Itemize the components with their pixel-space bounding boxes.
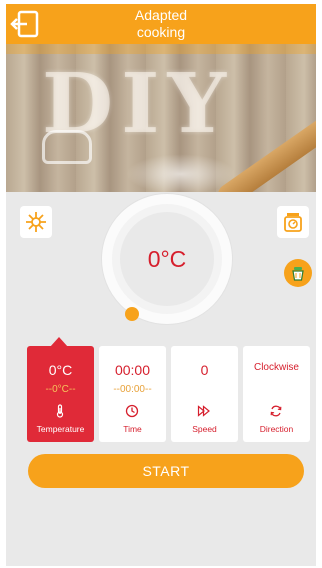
kitchen-scale-icon [284, 213, 302, 232]
dial-value: 0°C [147, 245, 187, 272]
rotate-icon [270, 405, 282, 417]
title-line-1: Adapted [134, 7, 188, 23]
speed-label: Speed [192, 424, 217, 434]
fast-forward-icon [197, 405, 210, 417]
time-value: 00:00 [114, 362, 151, 378]
temperature-sub: --0°C-- [45, 384, 76, 395]
start-button[interactable]: START [28, 454, 304, 488]
recipe-basket-icon [292, 267, 304, 281]
temperature-dial[interactable]: 0°C [102, 194, 232, 324]
banner-image: DIY [6, 44, 316, 192]
temperature-label: Temperature [36, 424, 85, 434]
time-label: Time [123, 424, 142, 434]
temperature-card[interactable]: 0°C --0°C-- Temperature [27, 346, 94, 442]
exit-door-icon [10, 10, 39, 38]
speed-card[interactable]: 0 Speed [171, 346, 238, 442]
scale-button[interactable] [277, 206, 309, 238]
clock-icon [125, 404, 139, 418]
direction-card[interactable]: Clockwise Direction [243, 346, 310, 442]
dial-knob[interactable] [125, 307, 139, 321]
time-card[interactable]: 00:00 --00:00-- Time [99, 346, 166, 442]
speed-value: 0 [200, 362, 209, 378]
sun-heat-icon [26, 212, 46, 232]
thermometer-icon [56, 404, 64, 418]
title-line-2: cooking [136, 24, 186, 40]
page-title: Adapted cooking [76, 7, 246, 41]
recipe-button[interactable] [284, 259, 312, 287]
cookie-cutter-graphic [42, 130, 92, 164]
time-sub: --00:00-- [113, 384, 152, 395]
back-button[interactable] [8, 7, 42, 41]
temperature-value: 0°C [48, 362, 73, 378]
heat-button[interactable] [20, 206, 52, 238]
direction-label: Direction [259, 424, 294, 434]
header-bar: Adapted cooking [6, 4, 316, 44]
flour-graphic [126, 154, 236, 192]
app-screen: Adapted cooking DIY 0°C 0°C --0°C-- Temp… [6, 4, 316, 566]
direction-value: Clockwise [253, 362, 299, 373]
